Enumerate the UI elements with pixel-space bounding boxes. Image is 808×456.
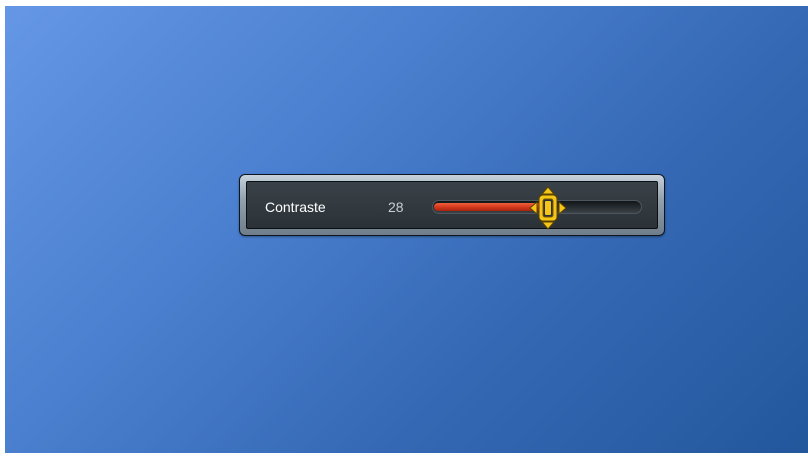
osd-inner-panel: Contraste 28 bbox=[246, 181, 658, 230]
slider-thumb[interactable] bbox=[528, 186, 568, 230]
slider-thumb-arrows-icon bbox=[529, 186, 567, 230]
setting-value: 28 bbox=[388, 199, 404, 215]
screen-background: Contraste 28 bbox=[5, 6, 808, 453]
contrast-osd-panel: Contraste 28 bbox=[239, 174, 665, 236]
contrast-slider[interactable] bbox=[432, 186, 642, 230]
setting-label: Contraste bbox=[265, 199, 326, 215]
